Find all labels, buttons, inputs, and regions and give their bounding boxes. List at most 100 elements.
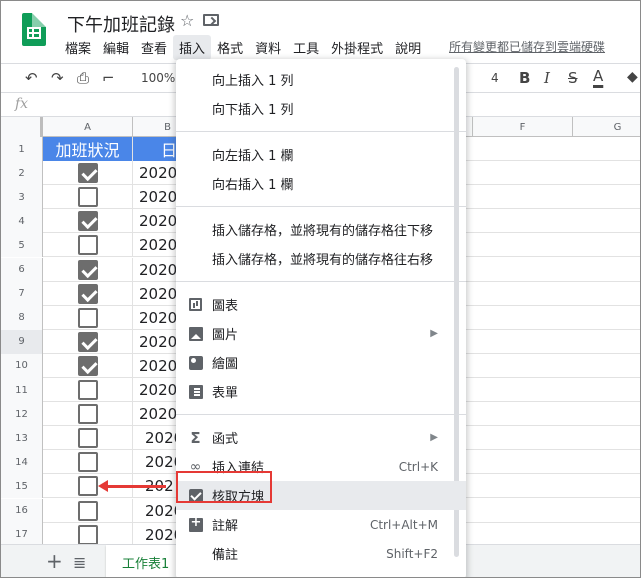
insert-menu-item[interactable]: Σ 函式 ▶	[176, 423, 466, 452]
add-sheet-icon[interactable]: +	[46, 549, 63, 573]
checkbox-unchecked[interactable]	[77, 404, 98, 425]
insert-menu-item[interactable]: 插入儲存格，並將現有的儲存格往右移	[176, 244, 466, 273]
checkbox-checked[interactable]	[77, 283, 98, 304]
menu-item[interactable]: 查看	[135, 35, 173, 60]
checkbox-unchecked[interactable]	[77, 476, 98, 497]
text-color-button[interactable]: A	[593, 67, 603, 85]
select-all-corner[interactable]	[1, 117, 43, 137]
insert-menu-item[interactable]: 向下插入 1 列	[176, 94, 466, 123]
row-header[interactable]: 8	[1, 305, 43, 330]
row-header[interactable]: 5	[1, 233, 43, 258]
checkbox-unchecked[interactable]	[77, 380, 98, 400]
checkbox-cell[interactable]	[43, 209, 133, 234]
insert-menu-item[interactable]: 備註 Shift+F2	[176, 539, 466, 568]
all-sheets-icon[interactable]: ≣	[73, 553, 86, 572]
checkbox-cell[interactable]	[43, 450, 133, 475]
undo-icon[interactable]: ↶	[25, 69, 38, 87]
row-header[interactable]: 10	[1, 353, 43, 378]
header-cell-overtime-status[interactable]: 加班狀況	[43, 137, 133, 161]
insert-menu-item[interactable]: 圖表	[176, 290, 466, 319]
insert-menu-item[interactable]: 向左插入 1 欄	[176, 140, 466, 169]
checkbox-unchecked[interactable]	[77, 500, 98, 521]
menu-item[interactable]: 外掛程式	[325, 35, 389, 60]
checkbox-unchecked[interactable]	[77, 524, 98, 544]
print-icon[interactable]: ⎙	[77, 69, 89, 87]
checkbox-cell[interactable]	[43, 233, 133, 258]
row-header[interactable]: 16	[1, 498, 43, 523]
checkbox-cell[interactable]	[43, 353, 133, 378]
row-header[interactable]: 2	[1, 161, 43, 186]
menu-separator	[176, 281, 466, 282]
paint-format-icon[interactable]: ⌐	[102, 69, 115, 87]
checkbox-cell[interactable]	[43, 426, 133, 451]
save-status-link[interactable]: 所有變更都已儲存到雲端硬碟	[449, 38, 605, 55]
menu-item[interactable]: 資料	[249, 35, 287, 60]
star-icon[interactable]: ☆	[180, 11, 194, 30]
italic-button[interactable]: I	[544, 69, 550, 87]
checkbox-cell[interactable]	[43, 305, 133, 330]
row-header[interactable]: 7	[1, 281, 43, 306]
menu-item[interactable]: 插入	[173, 34, 212, 60]
menu-item[interactable]: 說明	[389, 35, 427, 60]
insert-menu-item[interactable]: 繪圖	[176, 348, 466, 377]
checkbox-cell[interactable]	[43, 402, 133, 427]
font-size-input[interactable]: 4	[491, 71, 499, 85]
insert-menu-item[interactable]: 向右插入 1 欄	[176, 169, 466, 198]
row-header[interactable]: 4	[1, 209, 43, 234]
insert-menu-item-label: 註解	[212, 519, 239, 534]
row-header[interactable]: 17	[1, 522, 43, 544]
zoom-select[interactable]: 100%	[141, 71, 175, 85]
row-header[interactable]: 15	[1, 474, 43, 499]
checkbox-cell[interactable]	[43, 329, 133, 354]
row-header[interactable]: 3	[1, 185, 43, 210]
menu-item[interactable]: 編輯	[97, 35, 135, 60]
checkbox-cell[interactable]	[43, 522, 133, 544]
column-header[interactable]: G	[573, 117, 640, 137]
bold-button[interactable]: B	[519, 69, 530, 87]
row-header[interactable]: 1	[1, 137, 43, 161]
column-header[interactable]: F	[473, 117, 573, 137]
row-header[interactable]: 11	[1, 378, 43, 402]
insert-menu-item[interactable]: 圖片 ▶	[176, 319, 466, 348]
menu-item[interactable]: 工具	[287, 35, 325, 60]
row-header[interactable]: 13	[1, 426, 43, 451]
move-folder-icon[interactable]	[203, 14, 219, 26]
row-header[interactable]: 14	[1, 450, 43, 475]
row-header[interactable]: 9	[1, 329, 43, 354]
checkbox-unchecked[interactable]	[77, 307, 98, 328]
checkbox-checked[interactable]	[77, 163, 98, 184]
strikethrough-button[interactable]: S	[568, 69, 578, 87]
insert-menu-item[interactable]: 表單	[176, 377, 466, 406]
checkbox-cell[interactable]	[43, 161, 133, 186]
checkbox-checked[interactable]	[77, 259, 98, 280]
insert-menu-item[interactable]: 向上插入 1 列	[176, 65, 466, 94]
shortcut-hint: Shift+F2	[386, 546, 438, 561]
checkbox-unchecked[interactable]	[77, 187, 98, 208]
checkbox-checked[interactable]	[77, 331, 98, 352]
row-header[interactable]: 12	[1, 402, 43, 427]
checkbox-checked[interactable]	[77, 211, 98, 232]
comment-icon	[188, 515, 203, 532]
checkbox-cell[interactable]	[43, 185, 133, 210]
menu-item[interactable]: 格式	[211, 35, 249, 60]
checkbox-cell[interactable]	[43, 257, 133, 282]
checkbox-cell[interactable]	[43, 498, 133, 523]
checkbox-unchecked[interactable]	[77, 452, 98, 473]
fill-color-icon[interactable]: ◆	[627, 69, 638, 85]
checkbox-unchecked[interactable]	[77, 428, 98, 449]
menu-item[interactable]: 檔案	[59, 35, 97, 60]
document-title[interactable]: 下午加班記錄	[67, 11, 175, 37]
redo-icon[interactable]: ↷	[51, 69, 64, 87]
insert-menu-item[interactable]: 註解 Ctrl+Alt+M	[176, 510, 466, 539]
checkbox-unchecked[interactable]	[77, 235, 98, 256]
sheet-tab[interactable]: 工作表1	[106, 545, 186, 577]
sheets-logo-icon[interactable]	[22, 13, 46, 46]
checkbox-checked[interactable]	[77, 355, 98, 376]
column-header[interactable]: A	[43, 117, 133, 137]
checkbox-cell[interactable]	[43, 378, 133, 402]
row-header[interactable]: 6	[1, 257, 43, 282]
checkbox-cell[interactable]	[43, 281, 133, 306]
insert-menu-item[interactable]: 插入儲存格，並將現有的儲存格往下移	[176, 215, 466, 244]
insert-menu-item-label: 圖表	[212, 299, 239, 314]
menu-bar: 檔案 編輯 查看 插入 格式 資料 工具 外掛程式 說明	[59, 34, 427, 60]
